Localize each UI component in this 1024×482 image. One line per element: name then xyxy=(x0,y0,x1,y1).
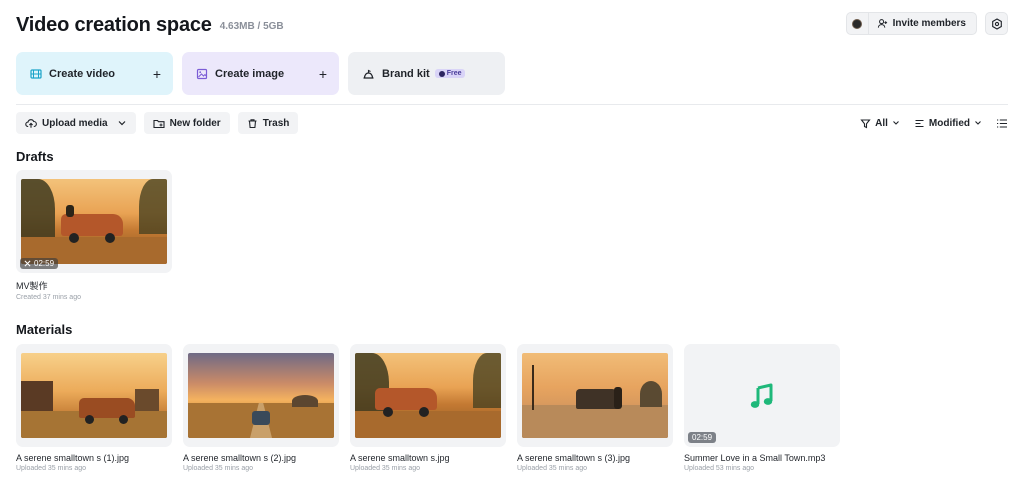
brand-kit-text: Brand kit xyxy=(382,67,430,80)
material-image xyxy=(21,353,167,438)
material-meta: Uploaded 35 mins ago xyxy=(16,465,87,472)
create-actions: Create video + Create image + Brand kit … xyxy=(16,52,505,95)
free-badge-icon xyxy=(438,70,445,77)
brand-kit-icon xyxy=(363,69,374,79)
material-card[interactable]: 02:59 Summer Love in a Small Town.mp3 Up… xyxy=(684,344,840,472)
material-card[interactable]: A serene smalltown s (1).jpg Uploaded 35… xyxy=(16,344,172,472)
draft-meta: Created 37 mins ago xyxy=(16,294,81,301)
filter-label: All xyxy=(875,117,888,129)
chevron-down-icon xyxy=(118,121,126,126)
draft-card[interactable]: 02:59 MV製作 Created 37 mins ago xyxy=(16,170,172,301)
create-image-button[interactable]: Create image + xyxy=(182,52,339,95)
sort-icon xyxy=(915,119,924,127)
storage-usage: 4.63MB / 5GB xyxy=(219,21,284,32)
plus-icon: + xyxy=(152,65,161,82)
material-image xyxy=(522,353,668,438)
audio-duration-badge: 02:59 xyxy=(688,432,717,443)
music-note-icon xyxy=(750,383,773,408)
add-user-icon xyxy=(877,19,887,28)
material-card[interactable]: A serene smalltown s (2).jpg Uploaded 35… xyxy=(183,344,339,472)
material-thumbnail[interactable] xyxy=(350,344,506,447)
drafts-section-title: Drafts xyxy=(16,149,54,164)
invite-members-label: Invite members xyxy=(892,18,966,29)
brand-kit-button[interactable]: Brand kit Free xyxy=(348,52,505,95)
page-header: Video creation space 4.63MB / 5GB Invite… xyxy=(16,12,1008,38)
material-name: A serene smalltown s.jpg xyxy=(350,453,450,463)
trash-label: Trash xyxy=(262,117,290,129)
upload-media-label: Upload media xyxy=(42,117,108,129)
material-image xyxy=(188,353,334,438)
page-title: Video creation space xyxy=(16,13,212,36)
draft-name: MV製作 xyxy=(16,281,48,291)
trash-icon xyxy=(248,118,257,128)
divider xyxy=(16,104,1008,105)
material-meta: Uploaded 35 mins ago xyxy=(350,465,421,472)
create-video-button[interactable]: Create video + xyxy=(16,52,173,95)
avatar[interactable] xyxy=(847,13,869,34)
draft-duration: 02:59 xyxy=(34,259,55,268)
material-name: A serene smalltown s (3).jpg xyxy=(517,453,631,463)
chevron-down-icon xyxy=(893,121,899,125)
create-video-label: Create video xyxy=(49,67,116,80)
material-meta: Uploaded 35 mins ago xyxy=(517,465,588,472)
material-name: A serene smalltown s (1).jpg xyxy=(16,453,130,463)
trash-button[interactable]: Trash xyxy=(237,112,299,134)
upload-media-button[interactable]: Upload media xyxy=(16,112,136,134)
header-actions: Invite members xyxy=(845,12,1008,35)
toolbar: Upload media New folder Trash All Modifi… xyxy=(16,112,1008,134)
invite-members-button[interactable]: Invite members xyxy=(869,13,976,34)
brand-kit-label: Brand kit Free xyxy=(382,68,493,80)
sort-dropdown[interactable]: Modified xyxy=(914,118,982,129)
material-name: A serene smalltown s (2).jpg xyxy=(183,453,297,463)
material-thumbnail[interactable] xyxy=(183,344,339,447)
toolbar-right: All Modified xyxy=(860,112,1008,134)
scissors-icon xyxy=(24,260,31,267)
material-thumbnail[interactable]: 02:59 xyxy=(684,344,840,447)
settings-button[interactable] xyxy=(985,12,1008,35)
material-thumbnail[interactable] xyxy=(517,344,673,447)
film-icon xyxy=(30,68,42,79)
new-folder-button[interactable]: New folder xyxy=(143,112,230,134)
draft-duration-badge: 02:59 xyxy=(20,258,59,269)
material-image xyxy=(355,353,501,438)
new-folder-label: New folder xyxy=(169,117,221,129)
create-image-label: Create image xyxy=(215,67,285,80)
avatar-icon xyxy=(852,18,863,29)
free-badge-label: Free xyxy=(446,70,462,77)
folder-plus-icon xyxy=(153,119,165,128)
filter-dropdown[interactable]: All xyxy=(860,118,900,129)
draft-thumbnail[interactable]: 02:59 xyxy=(16,170,172,273)
materials-section-title: Materials xyxy=(16,322,73,337)
gear-icon xyxy=(991,17,1002,30)
chevron-down-icon xyxy=(975,121,981,125)
cloud-upload-icon xyxy=(25,118,37,128)
audio-duration: 02:59 xyxy=(692,433,713,442)
invite-group: Invite members xyxy=(845,12,977,35)
material-name: Summer Love in a Small Town.mp3 xyxy=(684,453,826,463)
list-view-toggle[interactable] xyxy=(996,118,1008,129)
filter-icon xyxy=(860,118,871,128)
list-view-icon xyxy=(997,118,1007,128)
material-meta: Uploaded 53 mins ago xyxy=(684,465,755,472)
draft-image xyxy=(21,179,167,264)
plus-icon: + xyxy=(318,65,327,82)
image-icon xyxy=(196,68,208,79)
material-meta: Uploaded 35 mins ago xyxy=(183,465,254,472)
sort-label: Modified xyxy=(928,117,970,129)
material-thumbnail[interactable] xyxy=(16,344,172,447)
free-badge: Free xyxy=(434,69,466,78)
material-card[interactable]: A serene smalltown s.jpg Uploaded 35 min… xyxy=(350,344,506,472)
material-card[interactable]: A serene smalltown s (3).jpg Uploaded 35… xyxy=(517,344,673,472)
